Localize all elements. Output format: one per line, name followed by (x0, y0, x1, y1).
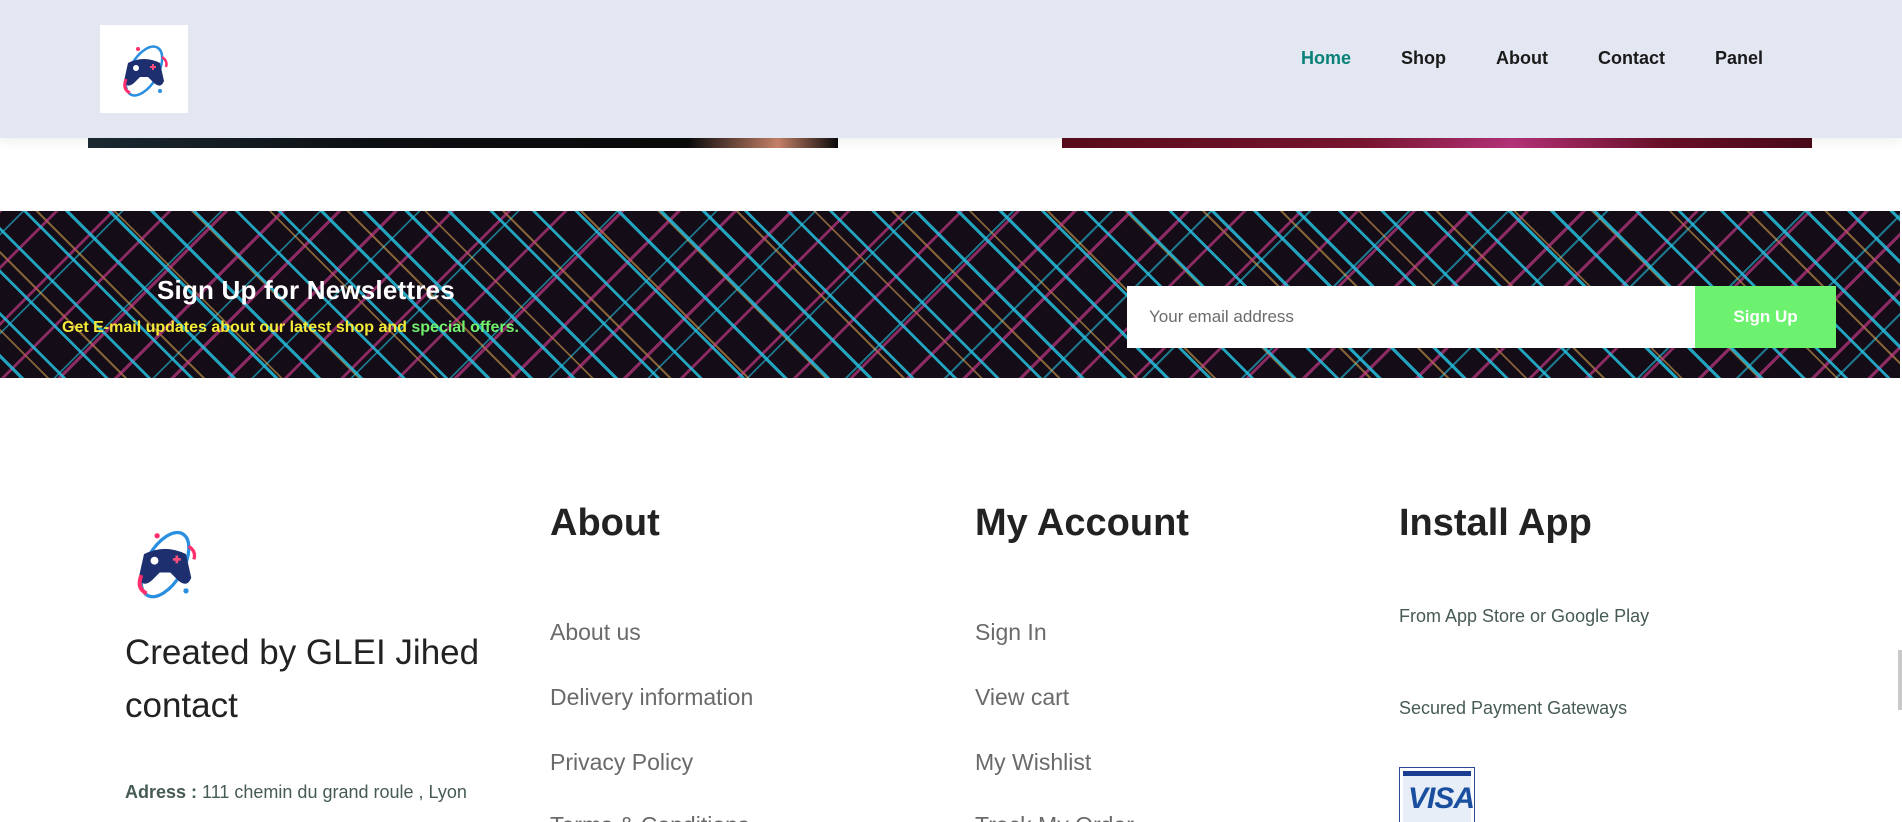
address-label: Adress : (125, 782, 198, 802)
page-scrollbar[interactable] (1898, 650, 1902, 710)
visa-label: VISA (1408, 782, 1475, 815)
nav-about[interactable]: About (1496, 48, 1548, 69)
site-header: Home Shop About Contact Panel (0, 0, 1902, 138)
sign-in-link[interactable]: Sign In (975, 619, 1047, 646)
my-wishlist-link[interactable]: My Wishlist (975, 749, 1091, 776)
gamepad-planet-logo-icon (123, 45, 168, 97)
site-logo[interactable] (100, 25, 188, 113)
view-cart-link[interactable]: View cart (975, 684, 1069, 711)
my-account-column-title: My Account (975, 502, 1189, 544)
nav-panel[interactable]: Panel (1715, 48, 1763, 69)
newsletter-section: Sign Up for Newslettres Get E-mail updat… (0, 211, 1900, 378)
gamepad-planet-logo-icon (137, 530, 197, 599)
newsletter-subtitle-highlight: special offers. (411, 319, 519, 336)
nav-contact[interactable]: Contact (1598, 48, 1665, 69)
nav-home[interactable]: Home (1301, 48, 1351, 69)
contact-heading: contact (125, 686, 238, 725)
payment-gateways-text: Secured Payment Gateways (1399, 698, 1628, 718)
main-nav: Home Shop About Contact Panel (1301, 48, 1763, 69)
sign-up-button[interactable]: Sign Up (1695, 286, 1836, 348)
newsletter-subtitle: Get E-mail updates about our latest shop… (62, 319, 519, 337)
email-input[interactable] (1127, 286, 1695, 348)
address-line: Adress : 111 chemin du grand roule , Lyo… (125, 782, 467, 803)
footer-logo[interactable] (125, 520, 505, 609)
address-value: 111 chemin du grand roule , Lyon (202, 782, 467, 802)
app-store-text: From App Store or Google Play (1399, 606, 1650, 626)
created-by-line: Created by GLEI Jihed (125, 633, 480, 672)
delivery-information-link[interactable]: Delivery information (550, 684, 753, 711)
track-my-order-link[interactable]: Track My Order (975, 812, 1134, 822)
newsletter-title: Sign Up for Newslettres (157, 275, 455, 305)
newsletter-form: Sign Up (1127, 286, 1836, 348)
privacy-policy-link[interactable]: Privacy Policy (550, 749, 693, 776)
visa-card-icon: VISA (1399, 767, 1475, 822)
newsletter-subtitle-text: Get E-mail updates about our latest shop… (62, 319, 412, 336)
nav-shop[interactable]: Shop (1401, 48, 1446, 69)
about-us-link[interactable]: About us (550, 619, 641, 646)
terms-conditions-link[interactable]: Terms & Conditions (550, 812, 749, 822)
about-column-title: About (550, 502, 660, 544)
page: Home Shop About Contact Panel Sign Up fo… (0, 0, 1902, 822)
install-app-column-title: Install App (1399, 502, 1592, 544)
created-by-heading: Created by GLEI Jihed contact (125, 626, 505, 732)
